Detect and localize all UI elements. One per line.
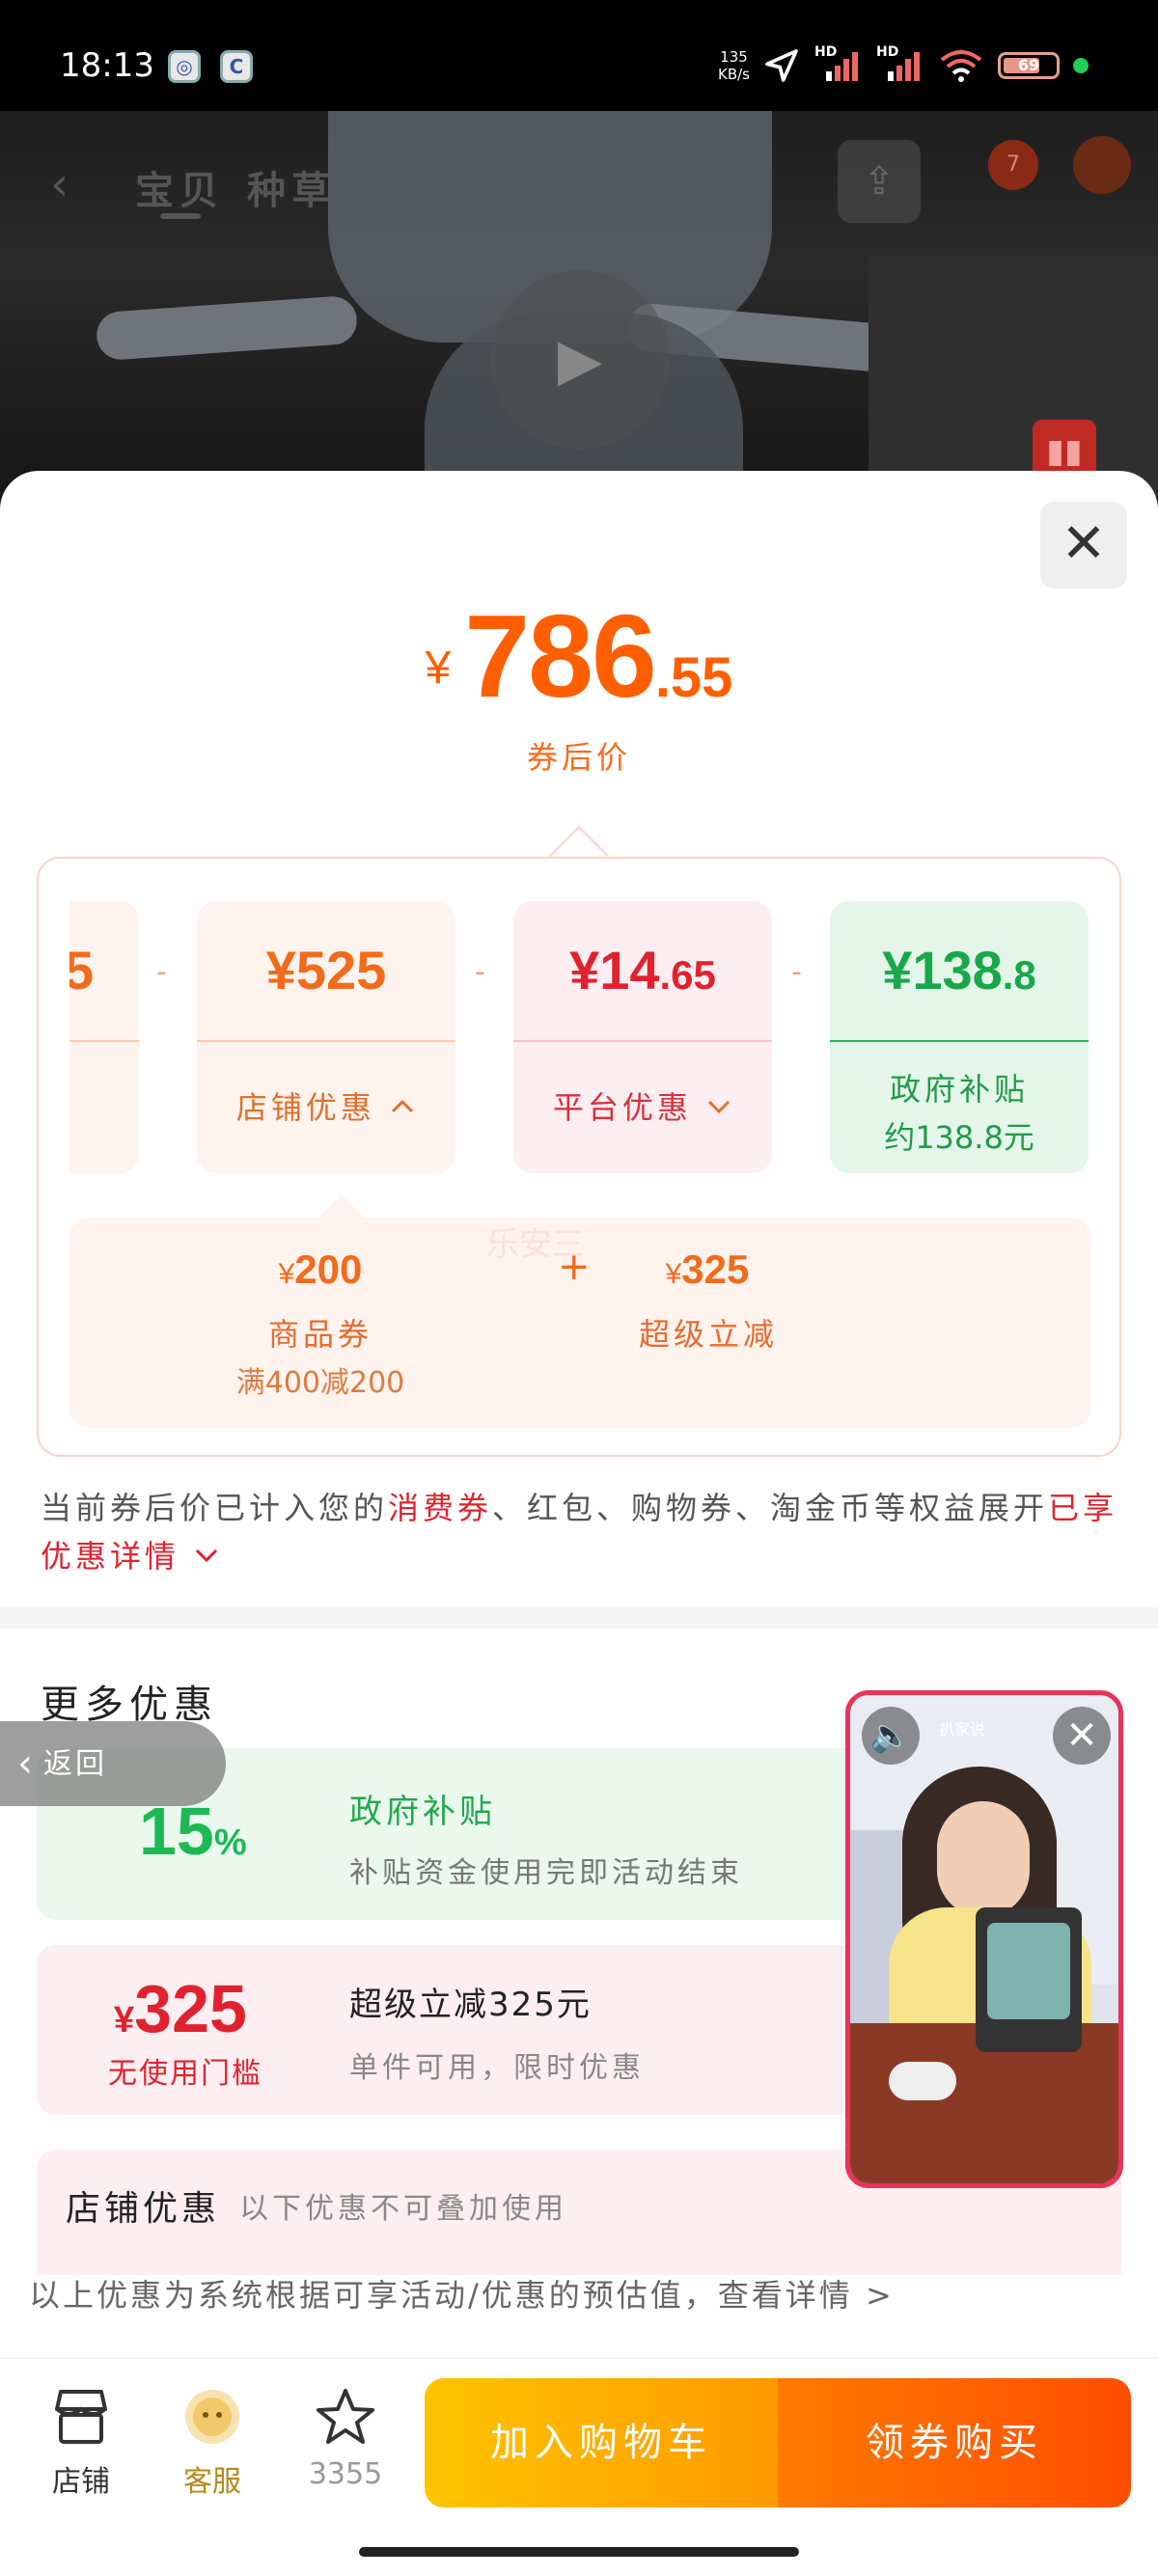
minus-sign: -	[156, 955, 167, 989]
bottom-action-bar: 店铺 客服 3355 加入购物车 领券购买	[0, 2358, 1158, 2576]
final-price: ¥786.55	[425, 590, 733, 722]
super-discount-value: ¥325	[665, 1247, 750, 1292]
chevron-down-icon	[708, 1100, 731, 1114]
chevron-up-icon	[392, 1099, 414, 1113]
coupon-name: 商品券	[267, 1316, 372, 1353]
more-icon	[1073, 136, 1131, 194]
app-notification-icon: ◎	[168, 50, 201, 83]
video-logo-text: 扒家说	[939, 1720, 986, 1739]
store-icon	[55, 2390, 107, 2444]
super-discount-name: 超级立减	[638, 1316, 778, 1353]
network-speed: 135 KB/s	[718, 48, 750, 83]
battery-icon: 69	[998, 52, 1060, 79]
share-icon: ⇪	[838, 140, 921, 223]
customer-service-icon	[185, 2390, 239, 2444]
close-video-icon[interactable]: ✕	[1053, 1707, 1111, 1765]
offer-desc: 单件可用，限时优惠	[349, 2051, 645, 2085]
offer-desc: 补贴资金使用完即活动结束	[349, 1856, 743, 1890]
discount-breakdown: 5 - ¥525 店铺优惠 - ¥14.65 平台优惠 - ¥138.8 政府补…	[37, 857, 1121, 1457]
tab-baobei: 宝贝	[135, 169, 224, 213]
customer-service-button[interactable]: 客服	[154, 2386, 270, 2500]
watermark-text: 乐安三	[486, 1225, 585, 1264]
minus-sign: -	[475, 955, 485, 989]
estimate-disclaimer-link[interactable]: 以上优惠为系统根据可享活动/优惠的预估值，查看详情 >	[29, 2271, 895, 2316]
favorite-button[interactable]: 3355	[288, 2386, 403, 2491]
minus-sign: -	[791, 955, 802, 989]
chevron-left-icon: ‹	[17, 1741, 36, 1786]
mute-toggle-icon[interactable]: 🔈	[862, 1707, 920, 1765]
coupon-condition: 满400减200	[235, 1366, 405, 1400]
platform-discount-card[interactable]: ¥14.65 平台优惠	[513, 901, 772, 1173]
shop-offers-desc: 以下优惠不可叠加使用	[239, 2192, 567, 2226]
status-time: 18:13	[60, 46, 154, 85]
gov-subsidy-amount: 约138.8元	[884, 1119, 1034, 1156]
add-to-cart-button[interactable]: 加入购物车	[425, 2378, 778, 2507]
purchase-buttons: 加入购物车 领券购买	[425, 2378, 1131, 2507]
discount-note: 当前券后价已计入您的消费券、红包、购物券、淘金币等权益展开已享优惠详情	[41, 1490, 1118, 1575]
offer-title: 政府补贴	[349, 1793, 496, 1831]
tab-underline	[160, 213, 201, 219]
shop-coupon-detail: ¥200 商品券 满400减200 + ¥325 超级立减 乐安三	[69, 1218, 1090, 1428]
cellular-signal-icon: HD	[876, 44, 924, 83]
gov-subsidy-label: 政府补贴	[889, 1071, 1029, 1108]
star-icon	[317, 2389, 374, 2444]
shop-discount-label: 店铺优惠	[235, 1089, 375, 1126]
back-arrow-icon: ‹	[50, 157, 69, 211]
app-notification-icon: C	[220, 50, 253, 83]
platform-discount-label: 平台优惠	[552, 1089, 692, 1126]
shop-button[interactable]: 店铺	[23, 2386, 139, 2500]
shop-discount-card[interactable]: ¥525 店铺优惠	[197, 901, 455, 1173]
offer-caption: 无使用门槛	[108, 2057, 262, 2091]
consumption-coupon-link[interactable]: 消费券	[388, 1490, 492, 1526]
offer-title: 超级立减325元	[349, 1986, 592, 2024]
floating-video-player[interactable]: 🔈 扒家说 ✕	[845, 1690, 1123, 2188]
coupon-value: ¥200	[278, 1247, 363, 1292]
status-icons: HD HD 69	[762, 44, 1089, 87]
tab-zhongcao: 种草	[247, 169, 336, 213]
claim-coupon-buy-button[interactable]: 领券购买	[778, 2378, 1131, 2507]
status-bar: 18:13 ◎ C 135 KB/s HD HD 69	[0, 0, 1158, 111]
product-video-background: ‹ 宝贝 种草 ⇪ 7 ▶ ▮▮	[0, 111, 1158, 497]
offer-amount: ¥325	[114, 1971, 247, 2046]
cellular-signal-icon: HD	[814, 44, 863, 83]
gov-subsidy-card[interactable]: ¥138.8 政府补贴 约138.8元	[830, 901, 1089, 1173]
final-price-label: 券后价	[526, 739, 631, 776]
back-button[interactable]: ‹ 返回	[0, 1721, 226, 1806]
price-detail-sheet: ✕ ¥786.55 券后价 5 - ¥525 店铺优惠 - ¥14.65 平台优…	[0, 471, 1158, 2576]
location-arrow-icon	[765, 49, 798, 82]
notification-badge: 7	[988, 140, 1038, 190]
home-indicator[interactable]	[359, 2547, 799, 2557]
chevron-down-icon	[196, 1548, 218, 1563]
play-icon: ▶	[490, 270, 670, 450]
privacy-indicator-dot	[1073, 58, 1089, 73]
close-button[interactable]: ✕	[1040, 502, 1127, 589]
shop-offers-title: 店铺优惠	[66, 2189, 221, 2229]
section-divider	[0, 1607, 1158, 1629]
discount-card-partial[interactable]: 5	[69, 901, 139, 1173]
wifi-icon	[940, 50, 982, 82]
